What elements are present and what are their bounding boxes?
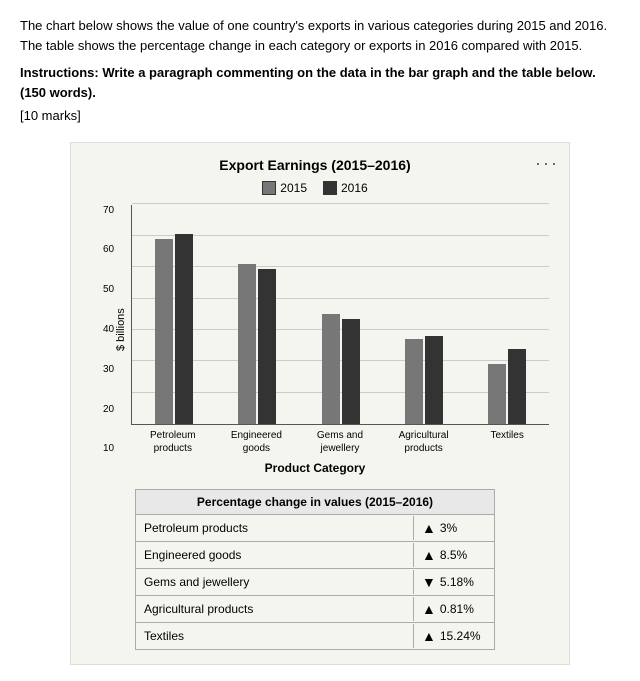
grid-line-70 [132, 203, 549, 204]
table-row-gems: Gems and jewellery ▼ 5.18% [136, 569, 494, 596]
bar-agricultural-2015 [405, 339, 423, 424]
table-cell-petroleum-name: Petroleum products [136, 516, 414, 540]
table-row-textiles: Textiles ▲ 15.24% [136, 623, 494, 649]
chart-section: ··· Export Earnings (2015–2016) 2015 201… [20, 142, 620, 665]
table-row-engineered: Engineered goods ▲ 8.5% [136, 542, 494, 569]
table-cell-petroleum-value: ▲ 3% [414, 515, 494, 541]
y-tick-60: 60 [103, 244, 114, 255]
bars-area [131, 205, 549, 425]
bar-gems-2016 [342, 319, 360, 424]
y-axis-ticks: 70 60 50 40 30 20 10 [103, 205, 114, 455]
table-value-gems: 5.18% [440, 575, 474, 589]
bar-petroleum-2016 [175, 234, 193, 424]
bar-gems-2015 [322, 314, 340, 424]
y-tick-70: 70 [103, 205, 114, 216]
table-cell-engineered-value: ▲ 8.5% [414, 542, 494, 568]
table-cell-agricultural-name: Agricultural products [136, 597, 414, 621]
arrow-up-icon: ▲ [422, 520, 436, 536]
bar-engineered-2015 [238, 264, 256, 424]
table-header: Percentage change in values (2015–2016) [136, 490, 494, 515]
bar-textiles-2016 [508, 349, 526, 424]
marks-text: [10 marks] [20, 106, 620, 126]
y-tick-50: 50 [103, 284, 114, 295]
arrow-up-icon: ▲ [422, 628, 436, 644]
bar-textiles-2015 [488, 364, 506, 424]
chart-container: ··· Export Earnings (2015–2016) 2015 201… [70, 142, 570, 665]
legend-item-2015: 2015 [262, 181, 307, 195]
table-cell-engineered-name: Engineered goods [136, 543, 414, 567]
table-cell-gems-name: Gems and jewellery [136, 570, 414, 594]
table-cell-textiles-value: ▲ 15.24% [414, 623, 494, 649]
x-label-textiles: Textiles [465, 429, 549, 455]
legend-box-2016 [323, 181, 337, 195]
bar-group-gems [299, 314, 382, 424]
instructions-text: Instructions: Write a paragraph commenti… [20, 63, 620, 102]
table-value-agricultural: 0.81% [440, 602, 474, 616]
table-cell-gems-value: ▼ 5.18% [414, 569, 494, 595]
x-axis-title: Product Category [81, 461, 549, 475]
bar-petroleum-2015 [155, 239, 173, 424]
bar-group-agricultural [382, 336, 465, 424]
chart-title: Export Earnings (2015–2016) [81, 157, 549, 173]
y-tick-30: 30 [103, 364, 114, 375]
table-value-petroleum: 3% [440, 521, 457, 535]
y-tick-40: 40 [103, 324, 114, 335]
bar-engineered-2016 [258, 269, 276, 424]
chart-legend: 2015 2016 [81, 181, 549, 195]
legend-label-2016: 2016 [341, 181, 368, 195]
table-value-textiles: 15.24% [440, 629, 481, 643]
table-value-engineered: 8.5% [440, 548, 467, 562]
percentage-table: Percentage change in values (2015–2016) … [135, 489, 495, 650]
table-row-agricultural: Agricultural products ▲ 0.81% [136, 596, 494, 623]
description-text: The chart below shows the value of one c… [20, 16, 620, 55]
more-options-icon[interactable]: ··· [535, 153, 559, 174]
x-label-gems: Gems andjewellery [298, 429, 382, 455]
table-cell-agricultural-value: ▲ 0.81% [414, 596, 494, 622]
arrow-up-icon: ▲ [422, 601, 436, 617]
x-label-agricultural: Agriculturalproducts [382, 429, 466, 455]
legend-item-2016: 2016 [323, 181, 368, 195]
x-label-engineered: Engineeredgoods [215, 429, 299, 455]
bar-group-petroleum [132, 234, 215, 424]
table-cell-textiles-name: Textiles [136, 624, 414, 648]
y-tick-20: 20 [103, 404, 114, 415]
legend-box-2015 [262, 181, 276, 195]
arrow-up-icon: ▲ [422, 547, 436, 563]
x-label-petroleum: Petroleumproducts [131, 429, 215, 455]
legend-label-2015: 2015 [280, 181, 307, 195]
bar-agricultural-2016 [425, 336, 443, 424]
table-row-petroleum: Petroleum products ▲ 3% [136, 515, 494, 542]
x-axis-labels: Petroleumproducts Engineeredgoods Gems a… [131, 429, 549, 455]
bar-group-textiles [466, 349, 549, 424]
bar-group-engineered [215, 264, 298, 424]
y-tick-10: 10 [103, 443, 114, 454]
arrow-down-icon: ▼ [422, 574, 436, 590]
